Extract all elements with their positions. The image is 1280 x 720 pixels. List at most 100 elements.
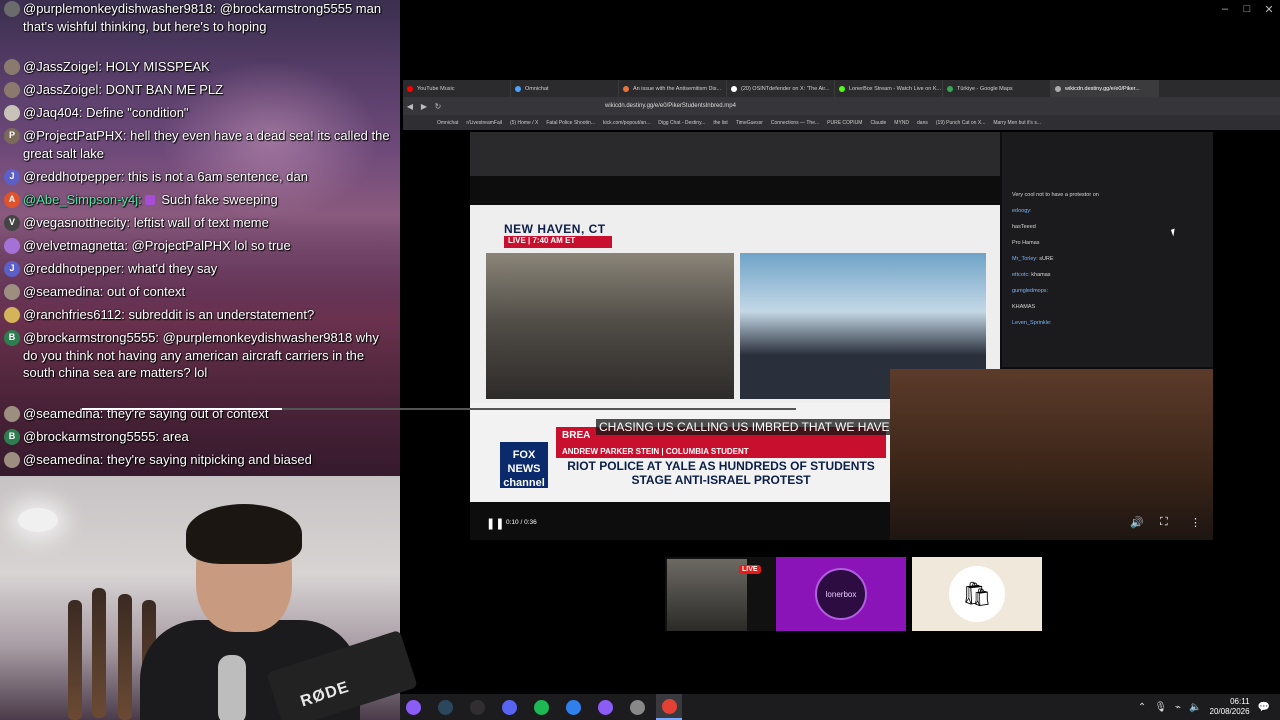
browser-tab[interactable]: wikicdn.destiny.gg/e/e0/Piker... [1051,80,1159,97]
bookmark-item[interactable]: (5) Home / X [510,120,538,126]
user-avatar[interactable] [4,406,20,422]
obs-icon[interactable] [464,694,490,720]
user-avatar[interactable]: P [4,128,20,144]
bookmark-item[interactable]: Marry Men but it's s... [993,120,1041,126]
user-avatar[interactable] [4,307,20,323]
discord-icon[interactable] [496,694,522,720]
chevron-up-icon[interactable]: ⌃ [1138,702,1146,713]
user-avatar[interactable]: B [4,429,20,445]
user-avatar[interactable] [4,452,20,468]
browser-tab[interactable]: (20) OSINTdefender on X: 'The Air... [727,80,835,97]
more-options-icon[interactable]: ⋮ [1190,516,1201,529]
bookmark-item[interactable]: MYND [894,120,909,126]
app-icon-3[interactable] [592,694,618,720]
app-icon-1[interactable] [400,694,426,720]
chat-username[interactable]: @seamedina: [23,452,103,467]
chat-text: they're saying nitpicking and biased [103,452,312,467]
chat-username[interactable]: @ProjectPatPHX: [23,128,127,143]
pause-icon[interactable]: ❚❚ [486,517,504,530]
user-avatar[interactable]: A [4,192,20,208]
chrome-icon[interactable] [656,694,682,720]
user-avatar[interactable]: J [4,261,20,277]
reload-icon[interactable]: ↻ [431,102,445,111]
address-bar-row: ◀ ▶ ↻ wikicdn.destiny.gg/e/e0/PikerStude… [403,97,1280,115]
video-progress-bar[interactable] [82,408,796,410]
bookmark-item[interactable]: Omnichat [437,120,458,126]
bookmark-item[interactable]: Connections — The... [771,120,819,126]
bookmark-item[interactable]: Claude [870,120,886,126]
chat-message: @seamedina: they're saying nitpicking an… [4,451,394,469]
tab-label: wikicdn.destiny.gg/e/e0/Piker... [1065,85,1140,92]
close-icon[interactable]: ✕ [1258,0,1280,18]
maximize-icon[interactable]: □ [1236,0,1258,18]
clock[interactable]: 06:11 20/08/2026 [1210,697,1250,717]
microphone [218,655,246,720]
bookmark-item[interactable]: PURE COPIUM [827,120,862,126]
bookmark-item[interactable]: Digg Chat - Destiny... [658,120,705,126]
app-icon-4[interactable] [624,694,650,720]
chat-username[interactable]: @brockarmstrong5555: [23,330,159,345]
fullscreen-icon[interactable]: ⛶ [1160,516,1168,529]
microphone-icon[interactable]: 🎙 [1154,702,1167,713]
wifi-icon[interactable]: ⌁ [1175,702,1181,713]
embedded-chat-username: Mr_Torley: [1012,256,1038,262]
chat-username[interactable]: @Jaq404: [23,105,82,120]
chat-username[interactable]: @JassZoigel: [23,59,102,74]
chat-username[interactable]: @seamedina: [23,284,103,299]
browser-tab[interactable]: Türkiye - Google Maps [943,80,1051,97]
notification-icon[interactable]: 💬 [1258,702,1270,713]
bookmark-item[interactable]: dans [917,120,928,126]
bookmark-item[interactable]: r/LivestreamFail [466,120,502,126]
user-avatar[interactable] [4,59,20,75]
app-icon-4-glyph [629,699,645,715]
spotify-icon-glyph [533,699,549,715]
app-icon-2[interactable] [560,694,586,720]
tab-label: (20) OSINTdefender on X: 'The Air... [741,85,830,92]
user-avatar[interactable] [4,82,20,98]
chat-text: Define "condition" [82,105,189,120]
chat-username[interactable]: @vegasnotthecity: [23,215,130,230]
chat-username[interactable]: @reddhotpepper: [23,261,124,276]
bookmark-item[interactable]: TimeGuessr [736,120,763,126]
user-avatar[interactable]: J [4,169,20,185]
chat-message: J @reddhotpepper: this is not a 6am sente… [4,168,394,186]
chat-message-body: @JassZoigel: HOLY MISSPEAK [23,58,394,76]
chat-username[interactable]: @reddhotpepper: [23,169,124,184]
browser-tab[interactable]: LonerBox Stream - Watch Live on K... [835,80,943,97]
chat-username[interactable]: @brockarmstrong5555: [23,429,159,444]
browser-tab[interactable]: An issue with the Antisemitism Dis... [619,80,727,97]
bookmark-item[interactable]: (19) Punch Cat on X... [936,120,985,126]
chat-username[interactable]: @velvetmagnetta: [23,238,128,253]
chat-message: A @Abe_Simpson-y4j: Such fake sweeping [4,191,394,209]
bookmark-item[interactable]: kick.com/popout/an... [603,120,650,126]
user-avatar[interactable]: B [4,330,20,346]
volume-icon[interactable]: 🔊 [1130,516,1144,529]
user-avatar[interactable] [4,105,20,121]
user-avatar[interactable] [4,238,20,254]
back-icon[interactable]: ◀ [403,102,417,111]
forward-icon[interactable]: ▶ [417,102,431,111]
browser-tab[interactable]: Omnichat [511,80,619,97]
chat-message-body: @reddhotpepper: this is not a 6am senten… [23,168,394,186]
user-avatar[interactable]: V [4,215,20,231]
spotify-icon[interactable] [528,694,554,720]
speaker-icon[interactable]: 🔈 [1189,702,1201,713]
lonerbox-thumbnail[interactable]: lonerbox [776,557,906,631]
chat-username[interactable]: @Abe_Simpson-y4j: [23,192,142,207]
steam-icon[interactable] [432,694,458,720]
chat-username[interactable]: @JassZoigel: [23,82,102,97]
embedded-chat-text: khamas [1031,272,1051,278]
video-player[interactable]: Very cool not to have a protestor on edoo… [470,132,1213,540]
chat-username[interactable]: @purplemonkeydishwasher9818: [23,1,216,16]
minimize-icon[interactable]: – [1214,0,1236,18]
bookmark-item[interactable]: Fatal Police Shootin... [546,120,595,126]
bookmark-item[interactable]: the list [713,120,727,126]
embedded-browser-capture [470,132,1000,176]
user-avatar[interactable] [4,1,20,17]
embedded-chat-line: edoogy: [1012,208,1032,214]
user-avatar[interactable] [4,284,20,300]
bag-thumbnail[interactable]: 🛍 [912,557,1042,631]
url-field[interactable]: wikicdn.destiny.gg/e/e0/PikerStudentsInb… [605,103,736,109]
browser-tab[interactable]: YouTube Music [403,80,511,97]
chat-username[interactable]: @ranchfries6112: [23,307,125,322]
